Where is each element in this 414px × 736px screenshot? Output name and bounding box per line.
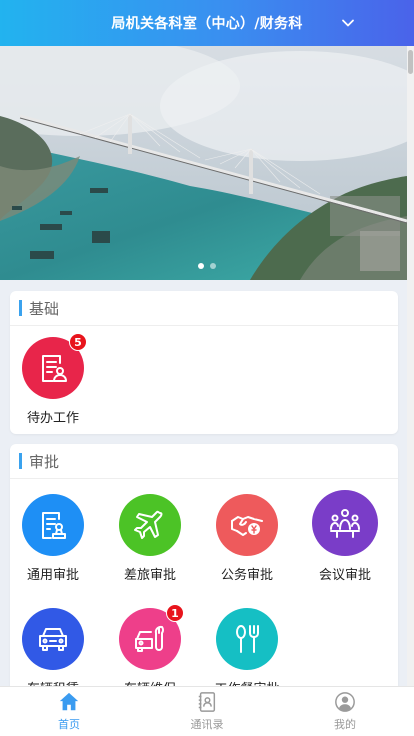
app-general-approval[interactable]: 通用审批 — [10, 494, 98, 583]
bottom-tab-bar: 首页 通讯录 我的 — [0, 686, 414, 736]
app-todo-work[interactable]: 5 待办工作 — [10, 333, 98, 426]
page-scrollbar[interactable] — [407, 46, 414, 686]
maintenance-badge: 1 — [166, 604, 184, 622]
app-label: 通用审批 — [26, 568, 79, 583]
app-label: 待办工作 — [26, 411, 79, 426]
approval-section-card: 审批 通用审批 差旅审批 公务审批 会议审批 1 — [10, 444, 398, 694]
section-accent-bar — [19, 453, 22, 469]
app-official-approval[interactable]: 公务审批 — [202, 494, 292, 583]
approval-section-header: 审批 — [10, 444, 398, 479]
home-icon — [59, 692, 79, 711]
tab-home[interactable]: 首页 — [0, 687, 138, 736]
todo-badge: 5 — [69, 333, 87, 351]
basic-section-header: 基础 — [10, 291, 398, 326]
car-icon — [22, 608, 84, 670]
app-work-meal-approval[interactable]: 工作餐审批 — [202, 608, 292, 694]
basic-section-title: 基础 — [29, 299, 60, 318]
tab-label: 首页 — [58, 718, 80, 731]
top-header: 局机关各科室（中心）/财务科 — [0, 0, 414, 46]
cutlery-icon — [216, 608, 278, 670]
chevron-down-icon[interactable] — [340, 15, 356, 31]
app-label: 公务审批 — [220, 568, 273, 583]
banner-carousel[interactable] — [0, 46, 407, 280]
app-vehicle-maintenance[interactable]: 1 车辆维保 — [105, 604, 195, 694]
carousel-dot-2[interactable] — [210, 263, 216, 269]
tab-label: 通讯录 — [190, 718, 224, 731]
approval-section-title: 审批 — [29, 452, 60, 471]
section-accent-bar — [19, 300, 22, 316]
carousel-dot-1[interactable] — [198, 263, 204, 269]
app-vehicle-rental[interactable]: 车辆租赁 — [10, 608, 98, 694]
document-approval-icon — [22, 494, 84, 556]
car-repair-icon: 1 — [119, 604, 184, 670]
tab-contacts[interactable]: 通讯录 — [138, 687, 276, 736]
tab-label: 我的 — [334, 718, 356, 731]
basic-section-card: 基础 5 待办工作 — [10, 291, 398, 434]
app-label: 差旅审批 — [123, 568, 176, 583]
banner-bridge-image — [0, 46, 407, 280]
carousel-dots — [198, 263, 216, 269]
app-travel-approval[interactable]: 差旅审批 — [105, 494, 195, 583]
contacts-icon — [198, 692, 216, 712]
handshake-icon — [216, 494, 278, 556]
profile-icon — [335, 692, 355, 712]
app-meeting-approval[interactable]: 会议审批 — [300, 490, 390, 583]
tab-profile[interactable]: 我的 — [276, 687, 414, 736]
meeting-icon — [312, 490, 378, 556]
org-department-title[interactable]: 局机关各科室（中心）/财务科 — [111, 13, 302, 33]
scrollbar-thumb[interactable] — [408, 50, 413, 74]
todo-icon: 5 — [22, 333, 87, 399]
airplane-icon — [119, 494, 181, 556]
app-label: 会议审批 — [318, 568, 371, 583]
